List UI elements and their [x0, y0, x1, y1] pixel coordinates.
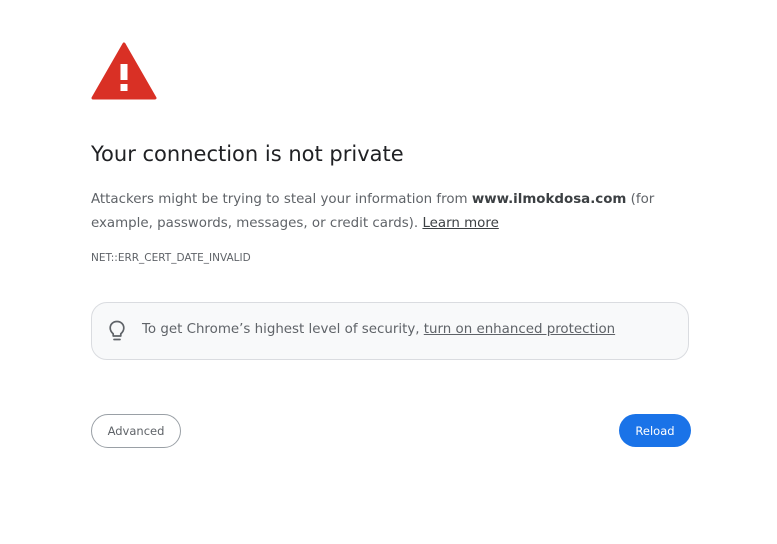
site-domain: www.ilmokdosa.com: [471, 192, 627, 207]
learn-more-link[interactable]: Learn more: [422, 216, 498, 231]
error-message: Attackers might be trying to steal your …: [91, 188, 691, 236]
lightbulb-icon: [109, 320, 125, 341]
security-tip-prefix: To get Chrome’s highest level of securit…: [142, 322, 424, 337]
reload-button[interactable]: Reload: [619, 414, 691, 447]
enhanced-protection-banner: To get Chrome’s highest level of securit…: [91, 302, 689, 360]
warning-triangle-icon: [91, 42, 157, 100]
security-tip-text: To get Chrome’s highest level of securit…: [142, 322, 615, 337]
enhanced-protection-link[interactable]: turn on enhanced protection: [424, 322, 615, 337]
advanced-button[interactable]: Advanced: [91, 414, 181, 448]
error-code: NET::ERR_CERT_DATE_INVALID: [91, 252, 251, 264]
message-prefix: Attackers might be trying to steal your …: [91, 192, 472, 207]
page-title: Your connection is not private: [91, 142, 404, 166]
privacy-error-page: Your connection is not private Attackers…: [0, 0, 777, 544]
